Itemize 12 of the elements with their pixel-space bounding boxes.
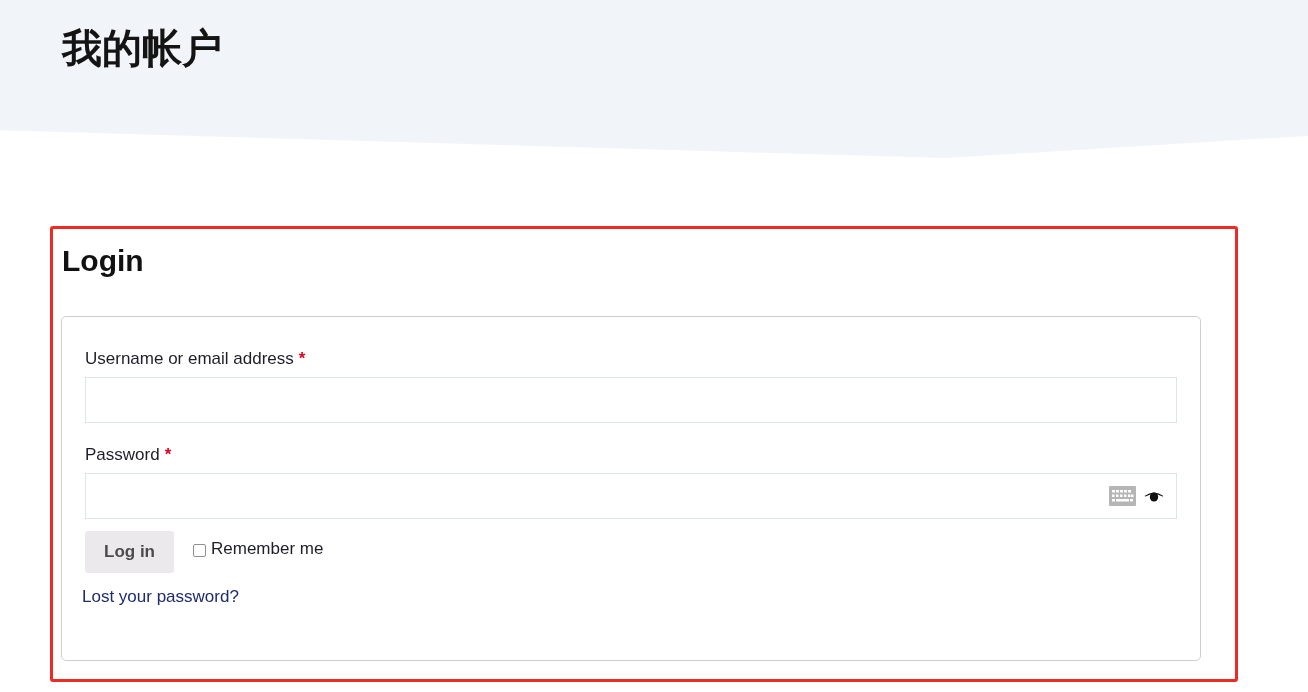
field-label: Username or email address * — [85, 348, 306, 370]
username-field[interactable] — [85, 377, 1177, 423]
lost-password-link[interactable]: Lost your password? — [82, 585, 239, 609]
field-label: Password * — [85, 444, 172, 466]
page-title: 我的帐户 — [62, 25, 222, 72]
keyboard-icon[interactable] — [1109, 486, 1136, 506]
remember-label: Remember me — [211, 538, 324, 560]
eye-icon[interactable] — [1144, 490, 1164, 502]
password-field[interactable] — [85, 473, 1177, 519]
remember-checkbox[interactable] — [193, 544, 206, 557]
login-heading: Login — [62, 243, 144, 279]
login-button[interactable]: Log in — [85, 531, 174, 573]
